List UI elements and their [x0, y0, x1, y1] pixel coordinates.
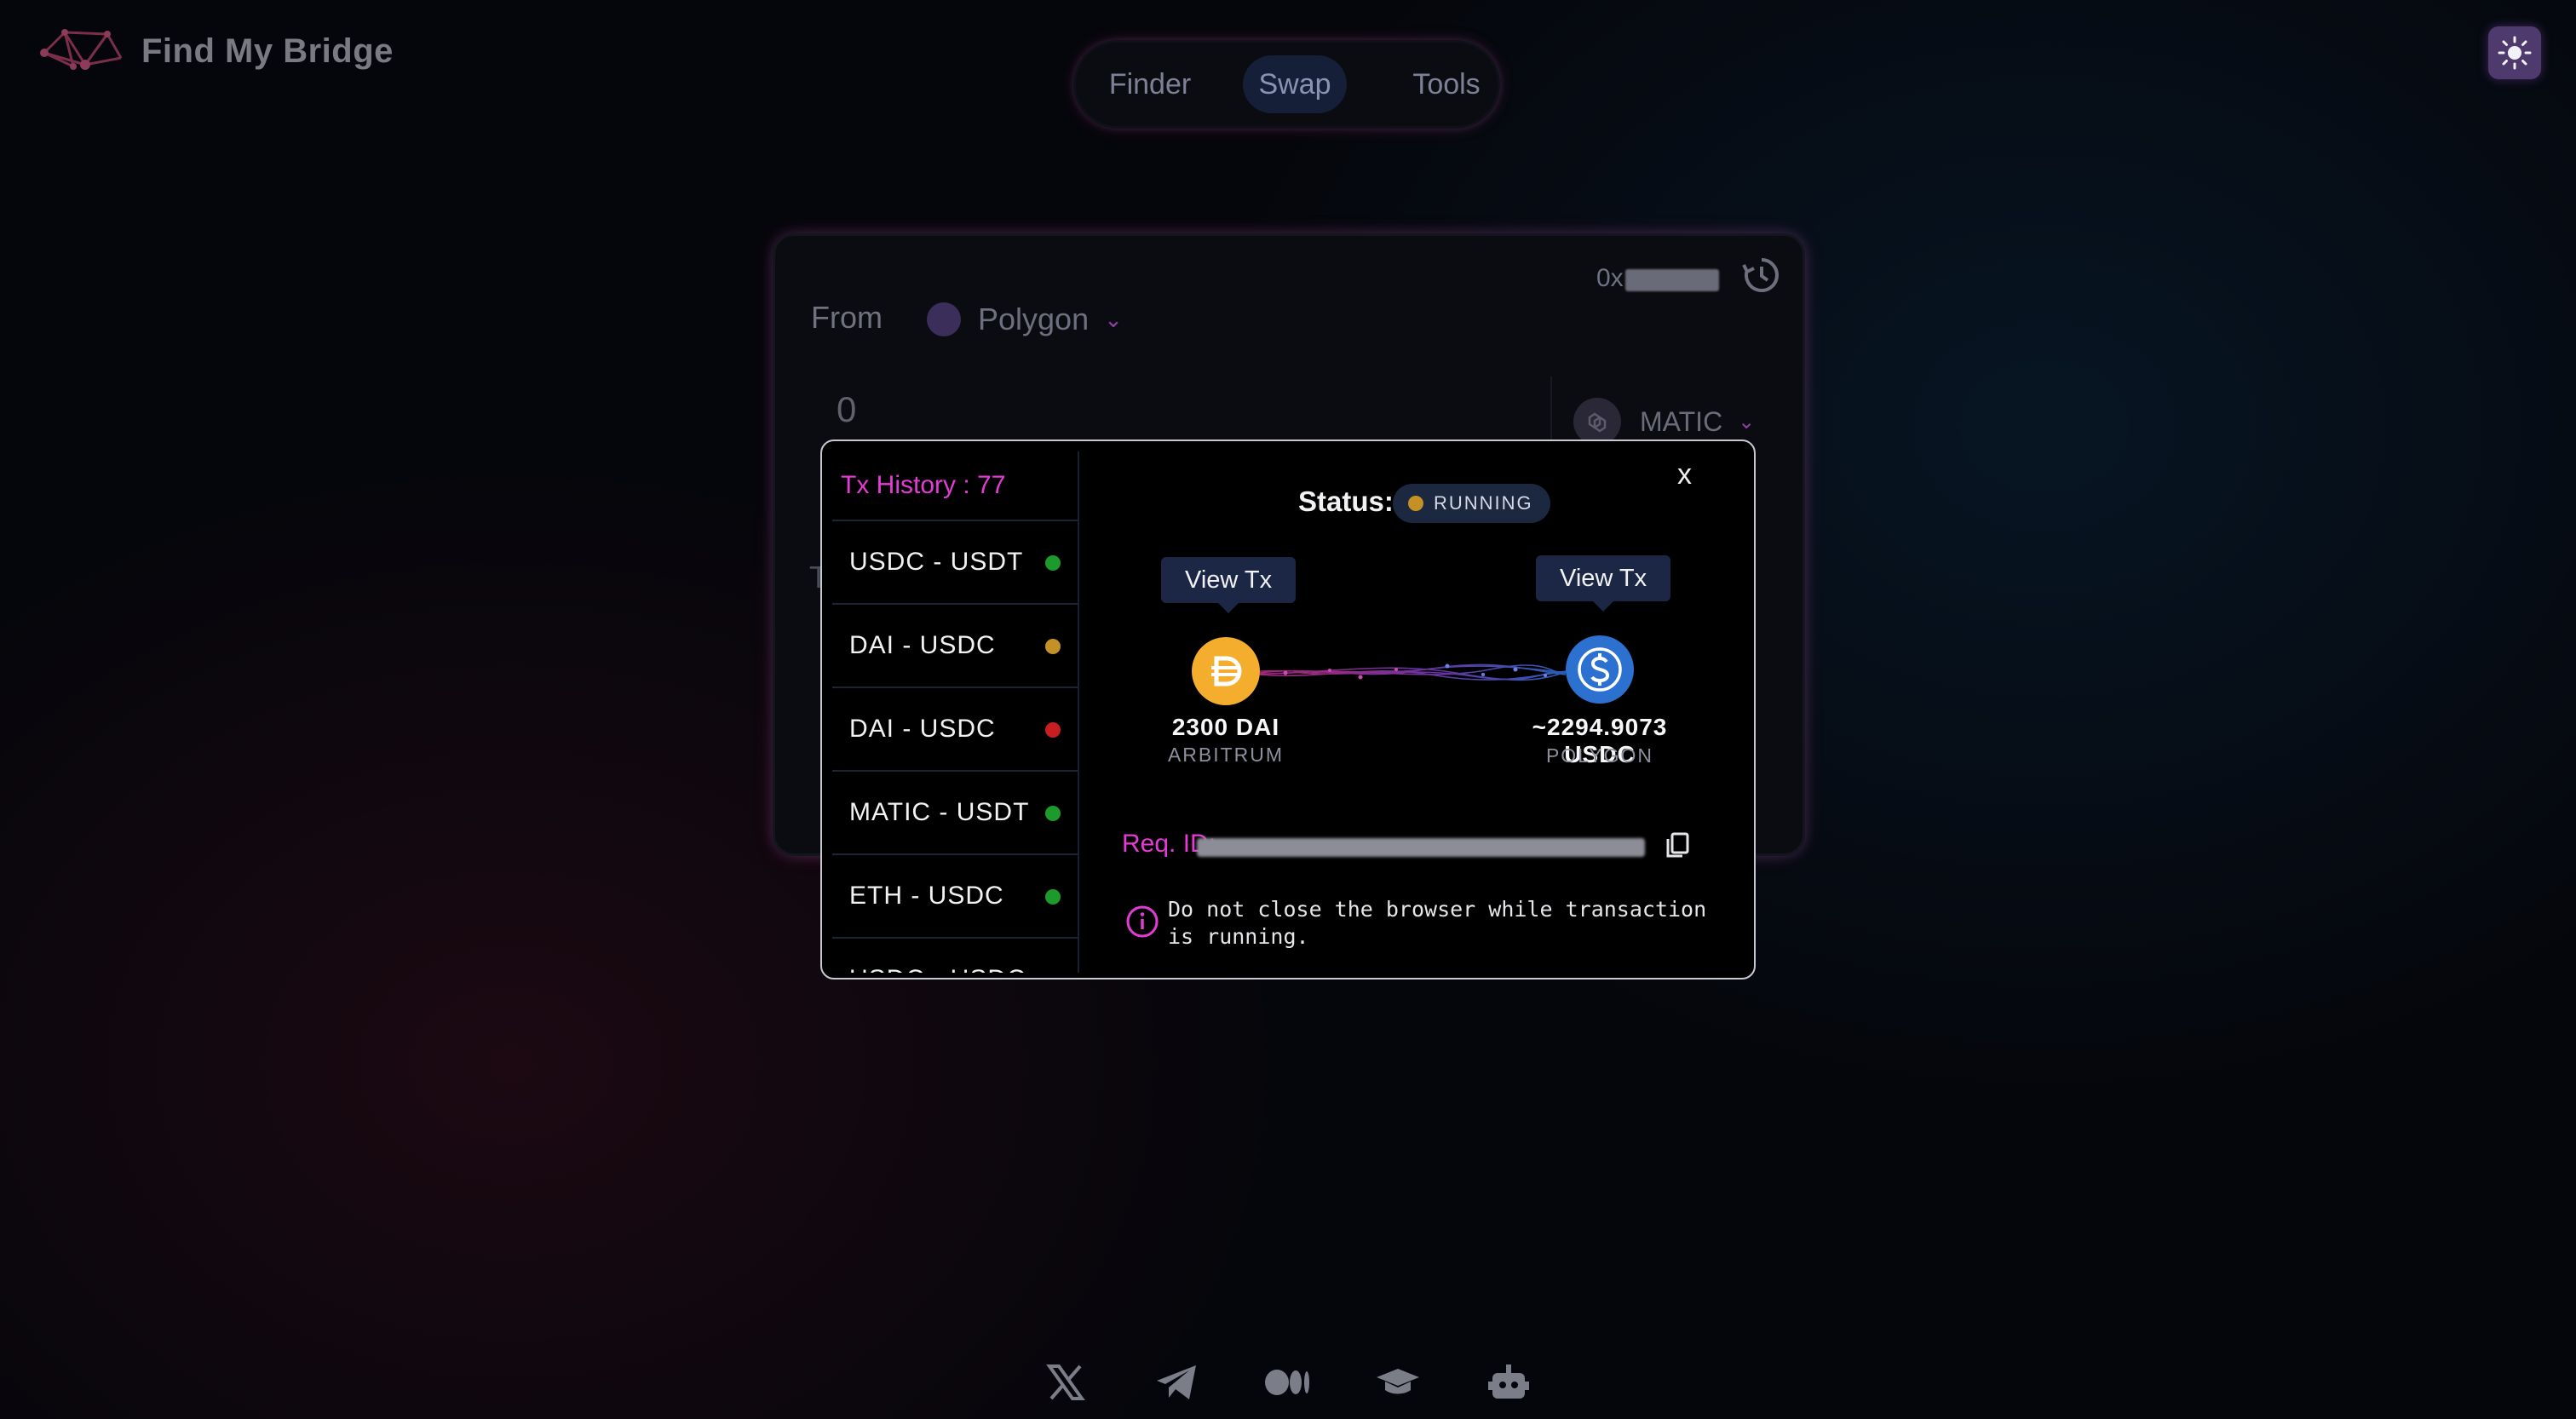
from-chain-name: Polygon	[978, 302, 1090, 336]
app-logo[interactable]: Find My Bridge	[36, 24, 394, 78]
tx-history-modal: Tx History : 77 USDC - USDT DAI - USDC D…	[820, 439, 1756, 980]
status-dot-failed	[1045, 722, 1061, 738]
usdc-icon	[1566, 635, 1634, 704]
amount-input[interactable]: 0	[837, 389, 856, 430]
tx-history-item[interactable]: DAI - USDC	[832, 605, 1078, 688]
info-icon	[1126, 905, 1159, 938]
tx-history-list[interactable]: Tx History : 77 USDC - USDT DAI - USDC D…	[832, 451, 1079, 973]
source-amount: 2300 DAI	[1171, 714, 1280, 740]
history-icon[interactable]	[1741, 255, 1782, 296]
tx-pair: ETH - USDC	[849, 882, 1004, 910]
network-logo-icon	[40, 29, 123, 70]
nav-finder[interactable]: Finder	[1103, 55, 1197, 113]
status-label: Status:	[1298, 485, 1394, 517]
from-token-select[interactable]: MATIC ⌄	[1573, 398, 1755, 445]
social-links	[1041, 1358, 1595, 1407]
view-source-tx-button[interactable]: View Tx	[1161, 557, 1297, 613]
bot-icon[interactable]	[1484, 1358, 1533, 1407]
tx-pair: DAI - USDC	[849, 715, 996, 743]
nav-swap[interactable]: Swap	[1243, 55, 1347, 113]
status-dot-success	[1045, 889, 1061, 905]
medium-icon[interactable]	[1262, 1358, 1312, 1407]
req-id-value-redacted	[1197, 838, 1645, 857]
wallet-address[interactable]: 0x	[1596, 257, 1719, 300]
x-twitter-icon[interactable]	[1041, 1358, 1090, 1407]
telegram-icon[interactable]	[1152, 1358, 1201, 1407]
chevron-down-icon: ⌄	[1738, 410, 1756, 434]
status-dot-running	[1408, 496, 1423, 511]
tx-history-title: Tx History : 77	[832, 451, 1078, 521]
view-dest-tx-button[interactable]: View Tx	[1536, 555, 1671, 612]
tx-history-item[interactable]: ETH - USDC	[832, 855, 1078, 939]
status-badge: RUNNING	[1393, 484, 1550, 523]
wallet-prefix: 0x	[1596, 264, 1624, 292]
tx-history-item[interactable]: DAI - USDC	[832, 688, 1078, 772]
theme-toggle-button[interactable]	[2488, 26, 2541, 79]
from-chain-select[interactable]: Polygon ⌄	[927, 302, 1123, 337]
status-dot-success	[1045, 555, 1061, 571]
tx-history-item[interactable]: MATIC - USDT	[832, 772, 1078, 855]
app-title: Find My Bridge	[141, 32, 394, 70]
close-button[interactable]: x	[1677, 458, 1692, 491]
wallet-address-redacted	[1625, 269, 1719, 291]
status-dot-running	[1045, 639, 1061, 654]
status-dot-success	[1045, 806, 1061, 821]
chevron-down-icon: ⌄	[1104, 306, 1123, 332]
dest-chain: POLYGON	[1545, 744, 1654, 767]
copy-icon[interactable]	[1664, 831, 1691, 860]
tx-pair: MATIC - USDT	[849, 798, 1030, 826]
bridge-path-animation	[1260, 664, 1566, 681]
tx-history-item[interactable]: USDC - USDT	[832, 521, 1078, 605]
source-chain: ARBITRUM	[1167, 744, 1285, 766]
main-nav: Finder Swap Tools	[1076, 43, 1498, 126]
dai-icon	[1192, 637, 1260, 705]
status-value: RUNNING	[1434, 492, 1533, 514]
matic-icon	[1573, 398, 1621, 445]
from-label: From	[811, 300, 883, 335]
warning-text: Do not close the browser while transacti…	[1168, 897, 1707, 949]
tx-pair: USDC - USDT	[849, 548, 1024, 576]
sun-icon	[2498, 36, 2532, 70]
docs-icon[interactable]	[1373, 1358, 1423, 1407]
polygon-icon	[927, 302, 961, 336]
from-token-name: MATIC	[1640, 405, 1723, 437]
tx-pair: DAI - USDC	[849, 631, 996, 659]
nav-tools[interactable]: Tools	[1408, 55, 1485, 113]
tx-pair: USDC - USDC	[849, 939, 1026, 973]
tx-history-item[interactable]: USDC - USDC	[832, 939, 1078, 973]
